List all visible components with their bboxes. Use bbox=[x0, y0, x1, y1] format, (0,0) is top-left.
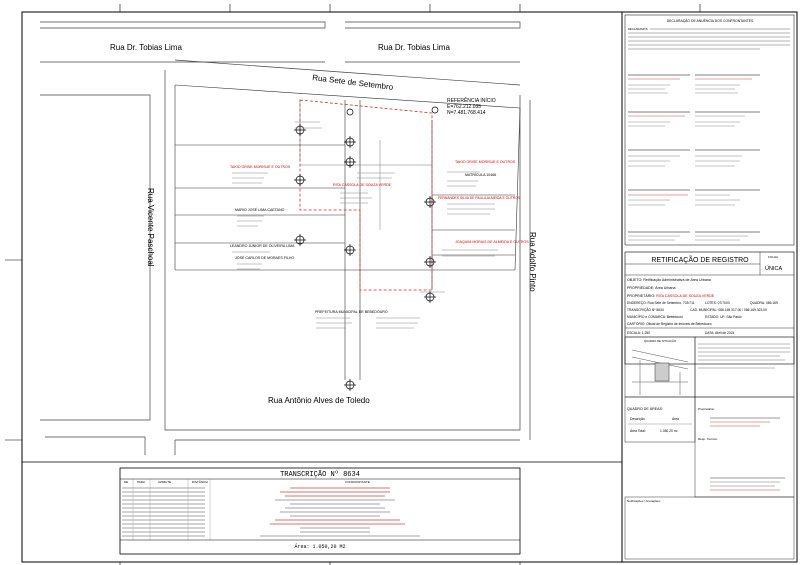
header-de: DE bbox=[124, 480, 128, 484]
titleblock-sheet-value: ÚNICA bbox=[765, 265, 782, 272]
titleblock-title: RETIFICAÇÃO DE REGISTRO bbox=[651, 255, 749, 264]
parcel-label-bottom: PREFEITURA MUNICIPAL DE BEBEDOURO bbox=[315, 310, 388, 314]
titleblock-data: DATA: Abril de 2024 bbox=[705, 331, 735, 335]
header-para: PARA bbox=[137, 480, 145, 484]
fine-print-notes bbox=[232, 121, 498, 329]
location-notes-lines bbox=[698, 343, 790, 369]
titleblock-objeto: OBJETO: Retificação Administrativa de Ár… bbox=[627, 278, 711, 282]
areas-total-value: 1.050,20 m² bbox=[660, 429, 678, 433]
street-label-vicente: Rua Vicente Paschoal bbox=[146, 188, 155, 267]
transcription-area: Área: 1.050,20 M2 bbox=[294, 543, 345, 550]
titleblock-endereco: ENDEREÇO: Rua Sete de Setembro, 703/711 bbox=[627, 301, 695, 305]
street-label-sete: Rua Sete de Setembro bbox=[312, 73, 394, 92]
titleblock-transcricao: TRANSCRIÇÃO Nº 8634 bbox=[627, 307, 664, 312]
street-label-tobias-right: Rua Dr. Tobias Lima bbox=[378, 43, 450, 52]
titleblock-cad: CAD. MUNICIPAL: 086.169.317.00 / 086.169… bbox=[690, 308, 767, 312]
parcel-label-red-right2: FERNANDES SILVA DE PAULA ALMEIDA E OUTRO… bbox=[438, 196, 521, 200]
areas-total-label: Área Total: bbox=[630, 429, 646, 433]
declaration-body-lines bbox=[628, 28, 790, 50]
street-blocks bbox=[40, 21, 531, 455]
header-confrontante: CONFRONTANTE bbox=[345, 480, 370, 484]
titleblock-sheet-label: FOLHA bbox=[768, 255, 778, 259]
parcel-label-red-left: TAKIO ORISE MORISUE E OUTROS bbox=[230, 165, 291, 169]
reference-title: REFERÊNCIA INÍCIO bbox=[447, 96, 496, 104]
titleblock-estado: ESTADO: UF: São Paulo bbox=[705, 315, 742, 319]
parcel-label-main: RITA CASSOLA DE SOUZA VERDE bbox=[333, 183, 392, 187]
parcel-label-red-right3: JOAQUIM MORAIS DE ALMEIDA E OUTROS bbox=[455, 240, 529, 244]
titleblock-quadra: QUADRA: 086.169 bbox=[750, 301, 778, 305]
cad-drawing-sheet: Rua Dr. Tobias Lima Rua Dr. Tobias Lima … bbox=[5, 4, 798, 565]
street-label-antonio: Rua Antônio Alves de Toledo bbox=[268, 396, 370, 405]
transcription-header-row: DE PARA AZIMUTE DISTÂNCIA CONFRONTANTE bbox=[124, 479, 370, 484]
reference-n: N=7.481.768.414 bbox=[447, 110, 486, 116]
titleblock-municipio: MUNICÍPIO e COMARCA: Bebedouro bbox=[627, 315, 683, 319]
declaration-lead: DECLARAMOS bbox=[628, 27, 648, 31]
parcel-label-left-b: LEANDRO JUNIOR DE OLIVEIRA LIMA bbox=[230, 244, 295, 248]
header-azimute: AZIMUTE bbox=[158, 480, 171, 484]
titleblock-escala: ESCALA: 1:250 bbox=[627, 331, 650, 335]
transcription-table-frame bbox=[119, 467, 521, 555]
titleblock-cartorio: CARTÓRIO: Oficial de Registro de Imóveis… bbox=[627, 321, 712, 326]
areas-title: QUADRO DE ÁREAS: bbox=[627, 407, 663, 411]
resp-tecnico-label: Resp. Técnico: bbox=[698, 437, 718, 441]
declaration-box bbox=[624, 14, 795, 246]
header-distancia: DISTÂNCIA bbox=[192, 479, 208, 484]
subject-parcel-outline bbox=[299, 99, 433, 291]
parcel-label-right-a: MATRÍCULA 10466 bbox=[465, 173, 496, 177]
declaration-title: DECLARAÇÃO DE ANUÊNCIA DOS CONFRONTANTES bbox=[667, 18, 754, 23]
transcription-title: TRANSCRIÇÃO Nº 8634 bbox=[280, 470, 360, 479]
notes-label: Notificações / Anotações: bbox=[627, 499, 661, 503]
street-label-adolfo: Rua Adolfo Pinto bbox=[528, 232, 537, 292]
titleblock-proprietario: PROPRIETÁRIO: RITA CASSOLA DE SOUZA VERD… bbox=[627, 294, 715, 298]
location-sketch-title: QUADRO DE SITUAÇÃO bbox=[644, 338, 677, 343]
street-label-tobias-left: Rua Dr. Tobias Lima bbox=[110, 43, 182, 52]
proprietaria-label: Proprietária: bbox=[698, 407, 715, 411]
notes-box bbox=[624, 496, 795, 560]
parcel-lines bbox=[174, 84, 521, 380]
parcel-label-left-c: JOSÉ CARLOS DE MORAES FILHO bbox=[235, 255, 295, 260]
areas-area-label: Área bbox=[672, 417, 679, 421]
areas-descricao-label: Descrição bbox=[630, 417, 645, 421]
vertex-markers bbox=[294, 106, 439, 391]
transcription-rows bbox=[122, 487, 420, 537]
signature-blocks bbox=[628, 74, 760, 241]
titleblock-propriedade: PROPRIEDADE: Área Urbana bbox=[627, 286, 676, 290]
location-notes-box bbox=[694, 336, 795, 398]
dimension-lines bbox=[299, 100, 432, 230]
location-sketch bbox=[631, 349, 689, 395]
parcel-label-left-a: MARIO JOSÉ LIMA CAETANO bbox=[235, 207, 285, 212]
parcel-label-red-right: TAKIO ORISE MORISUE E OUTROS bbox=[455, 160, 516, 164]
titleblock-lotes: LOTES: 07/7003 bbox=[705, 301, 730, 305]
